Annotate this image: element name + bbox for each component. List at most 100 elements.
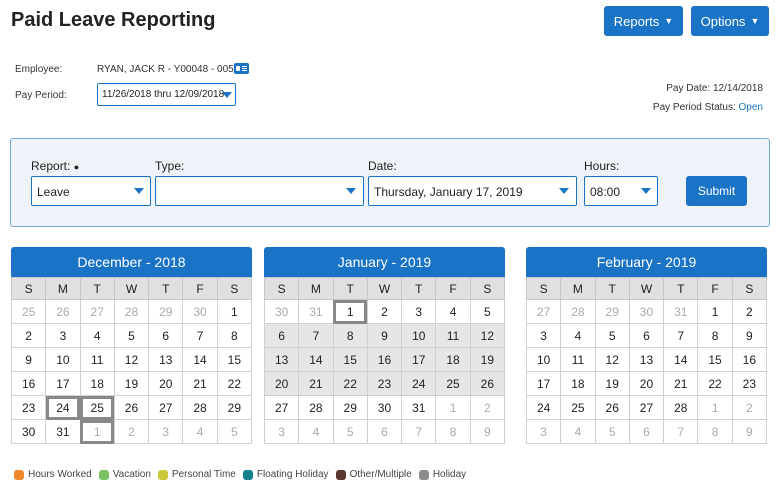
calendar-day[interactable]: 1: [697, 395, 733, 420]
calendar-day[interactable]: 9: [731, 419, 768, 444]
calendar-day[interactable]: 16: [731, 347, 768, 372]
calendar-day[interactable]: 3: [148, 419, 184, 444]
calendar-day[interactable]: 27: [263, 395, 300, 420]
calendar-day[interactable]: 15: [332, 347, 368, 372]
calendar-day[interactable]: 10: [525, 347, 562, 372]
calendar-day[interactable]: 27: [628, 395, 665, 420]
calendar-day[interactable]: 6: [628, 419, 665, 444]
calendar-day[interactable]: 17: [525, 371, 562, 396]
calendar-day[interactable]: 21: [663, 371, 699, 396]
calendar-day[interactable]: 14: [663, 347, 699, 372]
calendar-day[interactable]: 18: [79, 371, 115, 396]
calendar-day[interactable]: 9: [731, 323, 768, 348]
calendar-day[interactable]: 18: [435, 347, 471, 372]
calendar-day[interactable]: 1: [435, 395, 471, 420]
calendar-day[interactable]: 24: [45, 395, 81, 420]
calendar-day[interactable]: 7: [298, 323, 334, 348]
calendar-day[interactable]: 27: [79, 299, 115, 324]
calendar-day[interactable]: 29: [216, 395, 253, 420]
calendar-day[interactable]: 29: [332, 395, 368, 420]
calendar-day[interactable]: 1: [216, 299, 253, 324]
calendar-day[interactable]: 3: [525, 419, 562, 444]
calendar-day[interactable]: 20: [628, 371, 665, 396]
calendar-day[interactable]: 23: [366, 371, 403, 396]
calendar-day[interactable]: 7: [182, 323, 218, 348]
calendar-day[interactable]: 22: [697, 371, 733, 396]
calendar-day[interactable]: 4: [560, 323, 596, 348]
calendar-day[interactable]: 26: [469, 371, 506, 396]
calendar-day[interactable]: 13: [148, 347, 184, 372]
calendar-day[interactable]: 19: [594, 371, 630, 396]
calendar-day[interactable]: 2: [469, 395, 506, 420]
calendar-day[interactable]: 28: [113, 299, 150, 324]
calendar-day[interactable]: 25: [560, 395, 596, 420]
calendar-day[interactable]: 4: [298, 419, 334, 444]
calendar-day[interactable]: 8: [697, 323, 733, 348]
calendar-day[interactable]: 10: [45, 347, 81, 372]
calendar-day[interactable]: 30: [263, 299, 300, 324]
pay-period-select[interactable]: 11/26/2018 thru 12/09/2018: [97, 83, 236, 106]
date-select[interactable]: Thursday, January 17, 2019: [368, 176, 577, 206]
calendar-day[interactable]: 31: [298, 299, 334, 324]
calendar-day[interactable]: 6: [148, 323, 184, 348]
calendar-day[interactable]: 3: [263, 419, 300, 444]
calendar-day[interactable]: 7: [663, 323, 699, 348]
calendar-day[interactable]: 28: [298, 395, 334, 420]
calendar-day[interactable]: 2: [366, 299, 403, 324]
calendar-day[interactable]: 5: [594, 419, 630, 444]
calendar-day[interactable]: 9: [366, 323, 403, 348]
calendar-day[interactable]: 15: [216, 347, 253, 372]
calendar-day[interactable]: 16: [10, 371, 47, 396]
calendar-day[interactable]: 11: [435, 323, 471, 348]
calendar-day[interactable]: 8: [435, 419, 471, 444]
calendar-day[interactable]: 2: [10, 323, 47, 348]
calendar-day[interactable]: 22: [216, 371, 253, 396]
calendar-day[interactable]: 19: [469, 347, 506, 372]
calendar-day[interactable]: 7: [663, 419, 699, 444]
reports-button[interactable]: Reports ▼: [604, 6, 683, 36]
calendar-day[interactable]: 6: [263, 323, 300, 348]
calendar-day[interactable]: 22: [332, 371, 368, 396]
calendar-day[interactable]: 4: [182, 419, 218, 444]
calendar-day[interactable]: 5: [469, 299, 506, 324]
calendar-day[interactable]: 1: [332, 299, 368, 324]
calendar-day[interactable]: 8: [216, 323, 253, 348]
calendar-day[interactable]: 30: [366, 395, 403, 420]
calendar-day[interactable]: 12: [594, 347, 630, 372]
submit-button[interactable]: Submit: [686, 176, 747, 206]
calendar-day[interactable]: 2: [113, 419, 150, 444]
calendar-day[interactable]: 17: [401, 347, 437, 372]
calendar-day[interactable]: 8: [697, 419, 733, 444]
calendar-day[interactable]: 16: [366, 347, 403, 372]
type-select[interactable]: [155, 176, 364, 206]
calendar-day[interactable]: 25: [435, 371, 471, 396]
calendar-day[interactable]: 11: [79, 347, 115, 372]
calendar-day[interactable]: 13: [628, 347, 665, 372]
calendar-day[interactable]: 24: [525, 395, 562, 420]
calendar-day[interactable]: 30: [10, 419, 47, 444]
calendar-day[interactable]: 4: [435, 299, 471, 324]
calendar-day[interactable]: 3: [45, 323, 81, 348]
calendar-day[interactable]: 31: [401, 395, 437, 420]
hours-select[interactable]: 08:00: [584, 176, 658, 206]
calendar-day[interactable]: 19: [113, 371, 150, 396]
id-card-icon[interactable]: [234, 63, 249, 74]
calendar-day[interactable]: 2: [731, 395, 768, 420]
calendar-day[interactable]: 28: [663, 395, 699, 420]
calendar-day[interactable]: 31: [663, 299, 699, 324]
calendar-day[interactable]: 5: [216, 419, 253, 444]
calendar-day[interactable]: 8: [332, 323, 368, 348]
calendar-day[interactable]: 2: [731, 299, 768, 324]
calendar-day[interactable]: 26: [45, 299, 81, 324]
calendar-day[interactable]: 3: [401, 299, 437, 324]
calendar-day[interactable]: 30: [182, 299, 218, 324]
calendar-day[interactable]: 21: [298, 371, 334, 396]
calendar-day[interactable]: 5: [594, 323, 630, 348]
calendar-day[interactable]: 25: [79, 395, 115, 420]
calendar-day[interactable]: 9: [469, 419, 506, 444]
calendar-day[interactable]: 24: [401, 371, 437, 396]
calendar-day[interactable]: 5: [332, 419, 368, 444]
calendar-day[interactable]: 1: [79, 419, 115, 444]
calendar-day[interactable]: 5: [113, 323, 150, 348]
calendar-day[interactable]: 17: [45, 371, 81, 396]
